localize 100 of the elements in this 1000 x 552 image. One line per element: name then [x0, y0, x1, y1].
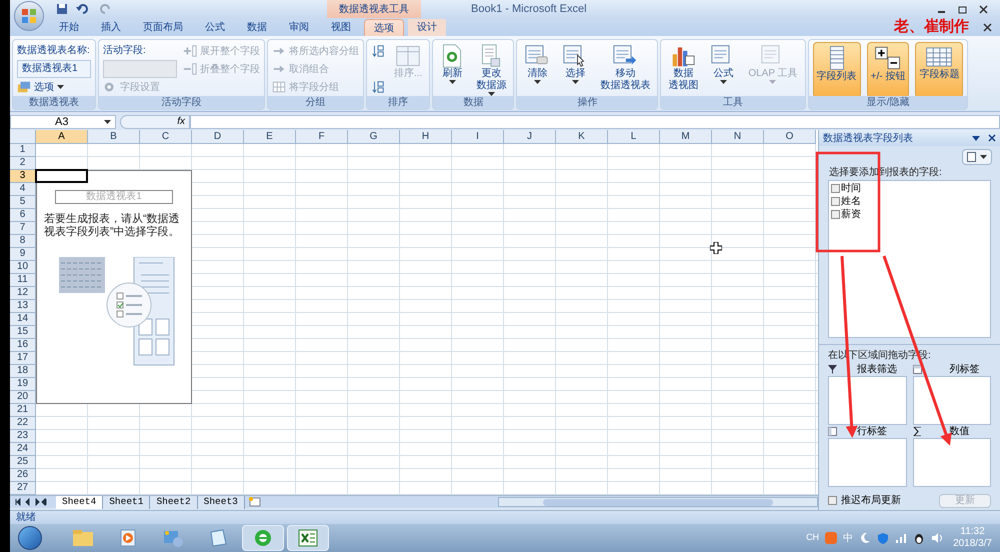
ribbon-tab[interactable]: 审阅 — [280, 19, 318, 36]
row-header[interactable]: 25 — [10, 456, 36, 469]
drop-area[interactable] — [828, 376, 906, 425]
column-header[interactable]: F — [296, 130, 348, 144]
drop-area[interactable] — [912, 376, 991, 425]
formula-input[interactable] — [190, 115, 1000, 129]
column-header[interactable]: O — [764, 130, 816, 144]
close-icon[interactable] — [983, 23, 992, 32]
ribbon-button[interactable]: 公式 — [707, 42, 740, 98]
options-icon — [17, 80, 31, 94]
row-header[interactable]: 22 — [10, 417, 36, 430]
column-header[interactable]: B — [88, 130, 140, 144]
sheet-tab[interactable]: Sheet2 — [150, 496, 198, 508]
name-field[interactable]: 数据透视表1 — [17, 60, 91, 78]
row-header[interactable]: 20 — [10, 391, 36, 404]
taskbar-app[interactable] — [242, 525, 284, 551]
column-header[interactable]: M — [660, 130, 712, 144]
restore-icon[interactable] — [958, 4, 967, 14]
ribbon-tab[interactable]: 视图 — [322, 19, 360, 36]
input-method-icon[interactable] — [825, 532, 838, 544]
field-checkbox[interactable] — [831, 184, 840, 193]
column-header[interactable]: H — [400, 130, 452, 144]
row-header[interactable]: 26 — [10, 469, 36, 482]
undo-icon[interactable] — [76, 3, 90, 15]
select-all[interactable] — [10, 130, 36, 144]
row-header[interactable]: 24 — [10, 443, 36, 456]
signal-icon[interactable] — [895, 532, 908, 544]
field-checkbox[interactable] — [831, 197, 840, 206]
row-header[interactable]: 19 — [10, 378, 36, 391]
defer-checkbox[interactable] — [828, 496, 837, 505]
active-cell[interactable] — [35, 169, 88, 183]
row-header[interactable]: 9 — [10, 248, 36, 261]
ribbon-button[interactable]: 数据 透视图 — [665, 42, 702, 98]
row-header[interactable]: 11 — [10, 274, 36, 287]
row-header[interactable]: 12 — [10, 287, 36, 300]
ribbon-tab[interactable]: 开始 — [50, 19, 88, 36]
row-header[interactable]: 10 — [10, 261, 36, 274]
close-icon[interactable] — [988, 134, 996, 142]
function-button[interactable]: fx — [120, 115, 190, 129]
sheet-navigation-icon[interactable] — [14, 498, 48, 506]
redo-icon[interactable] — [98, 3, 112, 15]
plus-minus-icon — [874, 45, 902, 71]
drop-area[interactable] — [912, 438, 991, 487]
column-header[interactable]: J — [504, 130, 556, 144]
toggle-button[interactable]: 字段列表 — [812, 42, 861, 98]
caret-icon[interactable] — [104, 120, 111, 124]
sheet-tab[interactable]: Sheet1 — [103, 496, 150, 508]
close-icon[interactable] — [979, 4, 988, 14]
field-checkbox[interactable] — [831, 210, 840, 219]
moon-icon[interactable] — [859, 532, 872, 544]
layout-button[interactable] — [962, 149, 992, 165]
office-button[interactable] — [14, 1, 44, 31]
column-header[interactable]: C — [140, 130, 192, 144]
column-header[interactable]: I — [452, 130, 504, 144]
shield-icon[interactable] — [877, 532, 890, 544]
ribbon-button[interactable]: 选项 — [17, 78, 91, 96]
row-header[interactable]: 13 — [10, 300, 36, 313]
save-icon[interactable] — [56, 3, 68, 15]
ribbon-tab[interactable]: 设计 — [408, 19, 446, 36]
start-button[interactable] — [18, 526, 42, 550]
ribbon-tab[interactable]: 公式 — [196, 19, 234, 36]
sheet-tab[interactable]: Sheet3 — [198, 496, 245, 508]
row-header[interactable]: 21 — [10, 404, 36, 417]
column-header[interactable]: E — [244, 130, 296, 144]
column-header[interactable]: D — [192, 130, 244, 144]
ribbon-tab[interactable]: 数据 — [238, 19, 276, 36]
ribbon-tab[interactable]: 页面布局 — [134, 19, 192, 36]
row-header[interactable]: 2 — [10, 157, 36, 170]
column-header[interactable]: L — [608, 130, 660, 144]
speaker-icon[interactable] — [931, 532, 944, 544]
ribbon-tab[interactable]: 插入 — [92, 19, 130, 36]
toggle-button[interactable]: 字段标题 — [915, 42, 964, 98]
name-box[interactable]: A3 — [10, 115, 116, 129]
row-header[interactable]: 18 — [10, 365, 36, 378]
row-header[interactable]: 16 — [10, 339, 36, 352]
column-header[interactable]: N — [712, 130, 764, 144]
row-header[interactable]: 7 — [10, 222, 36, 235]
row-header[interactable]: 1 — [10, 144, 36, 157]
column-header[interactable]: G — [348, 130, 400, 144]
row-header[interactable]: 6 — [10, 209, 36, 222]
row-header[interactable]: 4 — [10, 183, 36, 196]
column-header[interactable]: K — [556, 130, 608, 144]
row-header[interactable]: 5 — [10, 196, 36, 209]
ribbon-tab[interactable]: 选项 — [364, 19, 404, 36]
caret-icon[interactable] — [972, 136, 980, 140]
column-header[interactable]: A — [36, 130, 88, 144]
row-header[interactable]: 17 — [10, 352, 36, 365]
toggle-button[interactable]: +/- 按钮 — [866, 42, 910, 98]
row-header[interactable]: 8 — [10, 235, 36, 248]
horizontal-scrollbar[interactable] — [498, 497, 818, 507]
context-tab-title: 数据透视表工具 — [339, 2, 409, 16]
row-header[interactable]: 23 — [10, 430, 36, 443]
taskbar-app[interactable] — [287, 525, 329, 551]
row-header[interactable]: 15 — [10, 326, 36, 339]
penguin-icon[interactable] — [913, 532, 926, 544]
sheet-tab[interactable]: Sheet4 — [56, 496, 104, 508]
drop-area[interactable] — [828, 438, 906, 487]
row-header[interactable]: 27 — [10, 482, 36, 495]
row-header[interactable]: 14 — [10, 313, 36, 326]
row-header[interactable]: 3 — [10, 170, 36, 183]
